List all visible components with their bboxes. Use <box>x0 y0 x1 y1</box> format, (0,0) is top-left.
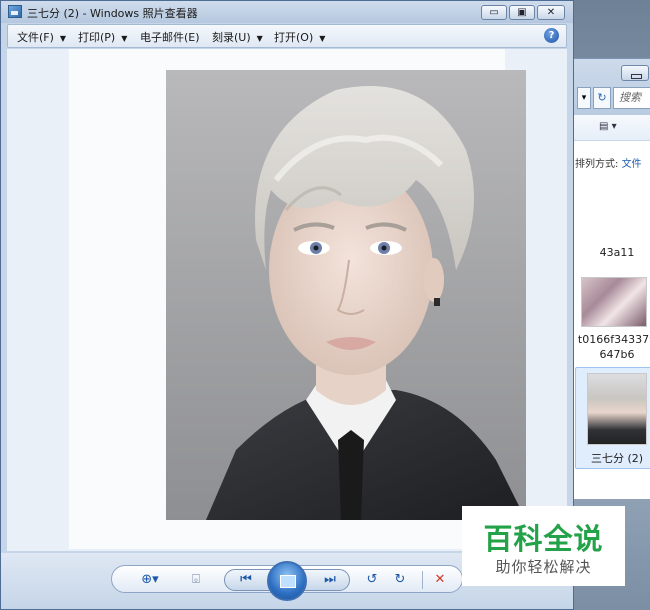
control-pill: ⊕▾ ⌻ ⏮ ⏭ ↺ ↻ ✕ <box>111 561 463 601</box>
file-item-label: t0166f343379 <box>577 333 650 346</box>
image-canvas <box>7 49 567 551</box>
menu-print[interactable]: 打印(P) ▼ <box>78 29 127 45</box>
photo-frame <box>69 49 526 549</box>
file-item-label: 43a11 <box>599 246 635 259</box>
help-icon[interactable]: ? <box>544 28 559 43</box>
view-options-icon[interactable]: ▤ ▾ <box>599 121 617 132</box>
minimize-button[interactable]: ▭ <box>481 5 507 20</box>
watermark: 百科全说 助你轻松解决 <box>462 506 625 586</box>
menu-bar: 文件(F) ▼ 打印(P) ▼ 电子邮件(E) 刻录(U) ▼ 打开(O) ▼ ? <box>7 24 567 48</box>
menu-email-label: 电子邮件(E) <box>140 31 200 44</box>
explorer-address-dropdown[interactable]: ▾ <box>577 87 591 109</box>
explorer-nav: ▾ ↻ 搜索 <box>577 87 650 109</box>
file-item[interactable]: 三七分 (2) <box>577 451 650 466</box>
menu-file-label: 文件(F) <box>17 31 54 44</box>
menu-open-label: 打开(O) <box>274 31 314 44</box>
menu-email[interactable]: 电子邮件(E) <box>140 29 200 45</box>
chevron-down-icon: ▼ <box>59 34 67 43</box>
menu-file[interactable]: 文件(F) ▼ <box>17 29 66 45</box>
close-button[interactable]: ✕ <box>537 5 565 20</box>
chevron-down-icon: ▼ <box>121 34 128 43</box>
explorer-header: ▾ ↻ 搜索 <box>567 59 650 115</box>
menu-burn[interactable]: 刻录(U) ▼ <box>212 29 263 45</box>
sort-label: 排列方式: <box>575 159 619 170</box>
menu-open[interactable]: 打开(O) ▼ <box>274 29 325 45</box>
next-icon[interactable]: ⏭ <box>319 571 341 589</box>
delete-icon[interactable]: ✕ <box>430 571 450 589</box>
watermark-title: 百科全说 <box>483 522 604 556</box>
file-item-label: 三七分 (2) <box>590 452 644 465</box>
maximize-button[interactable]: ▣ <box>509 5 535 20</box>
previous-icon[interactable]: ⏮ <box>235 571 257 589</box>
title-bar[interactable]: 三七分 (2) - Windows 照片查看器 ▭ ▣ ✕ <box>1 1 573 23</box>
toolbar-separator <box>422 571 423 589</box>
window-title: 三七分 (2) - Windows 照片查看器 <box>27 7 198 20</box>
refresh-icon[interactable]: ↻ <box>593 87 611 109</box>
file-item-label: 647b6 <box>599 348 635 361</box>
chevron-down-icon: ▼ <box>319 34 326 43</box>
sort-value[interactable]: 文件 <box>622 159 642 170</box>
menu-print-label: 打印(P) <box>78 31 116 44</box>
explorer-sort[interactable]: 排列方式: 文件 <box>575 155 642 170</box>
explorer-search-input[interactable]: 搜索 <box>613 87 650 109</box>
watermark-subtitle: 助你轻松解决 <box>495 558 592 576</box>
explorer-window[interactable]: ▾ ↻ 搜索 ▤ ▾ 排列方式: 文件 43a11 t0166f343379 6… <box>566 58 650 499</box>
chevron-down-icon: ▼ <box>256 34 263 43</box>
actual-size-icon[interactable]: ⌻ <box>186 571 206 589</box>
rotate-clockwise-icon[interactable]: ↻ <box>390 571 410 589</box>
menu-burn-label: 刻录(U) <box>212 31 251 44</box>
file-item[interactable]: 43a11 <box>577 245 650 260</box>
file-thumbnail[interactable] <box>581 277 647 327</box>
displayed-photo <box>166 70 526 520</box>
explorer-minimize-button[interactable] <box>621 65 649 81</box>
file-item[interactable]: t0166f343379 647b6 <box>577 332 650 362</box>
portrait-illustration <box>166 70 526 520</box>
explorer-content: ▤ ▾ 排列方式: 文件 43a11 t0166f343379 647b6 三七… <box>567 115 650 499</box>
rotate-counterclockwise-icon[interactable]: ↺ <box>362 571 382 589</box>
zoom-icon[interactable]: ⊕▾ <box>136 571 164 589</box>
slideshow-button[interactable] <box>267 561 307 601</box>
explorer-toolbar: ▤ ▾ <box>567 115 650 141</box>
photo-viewer-icon <box>8 5 22 18</box>
file-thumbnail[interactable] <box>587 373 647 445</box>
